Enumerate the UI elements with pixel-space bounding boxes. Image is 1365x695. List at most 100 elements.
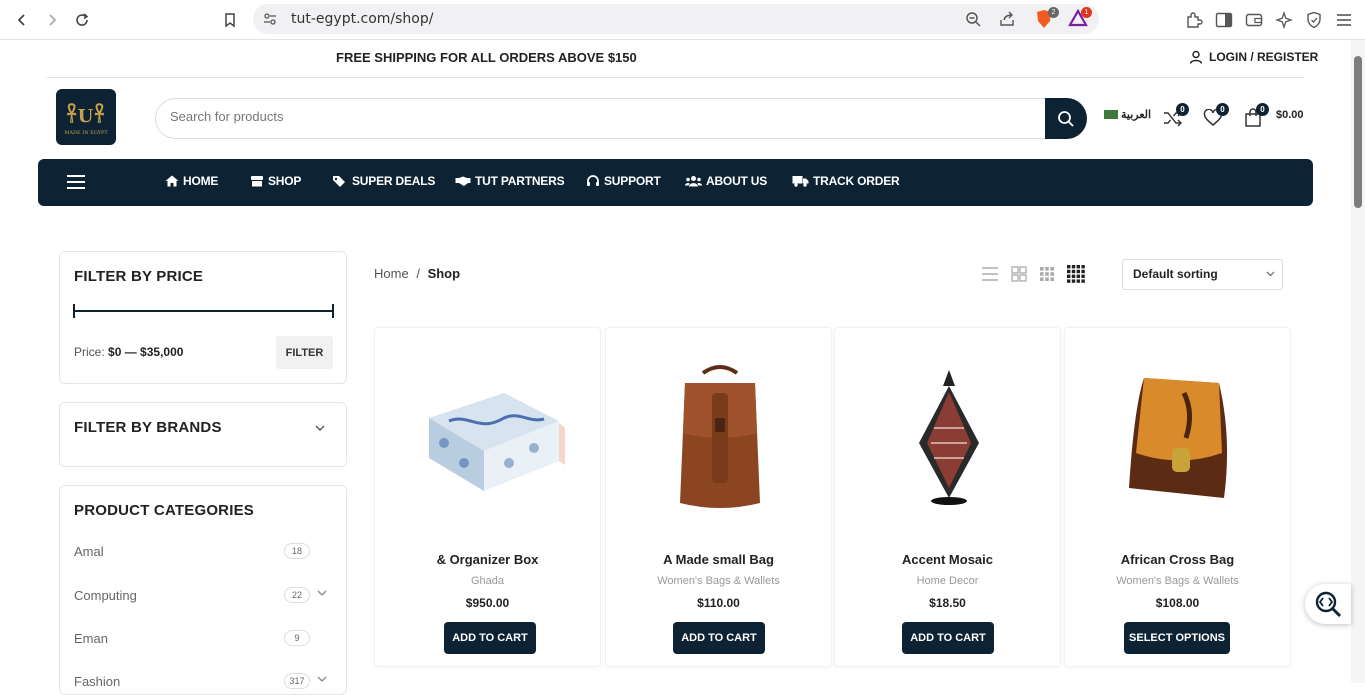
zoom-out-icon[interactable] (965, 11, 981, 32)
product-image[interactable] (616, 338, 823, 538)
product-card[interactable]: A Made small Bag Women's Bags & Wallets … (605, 327, 832, 667)
search-button[interactable] (1045, 98, 1087, 139)
cart-count: 0 (1256, 103, 1269, 116)
wishlist-button[interactable]: 0 (1201, 103, 1229, 130)
share-icon[interactable] (999, 11, 1015, 32)
nav-label: TUT PARTNERS (475, 174, 565, 188)
nav-label: TRACK ORDER (813, 174, 900, 188)
site-logo[interactable]: 𓋹U𓋹 MADE IN EGYPT (56, 89, 116, 145)
page-scrollbar[interactable] (1351, 40, 1365, 683)
language-switcher[interactable]: العربية (1104, 108, 1151, 121)
vpn-shield-icon[interactable] (1303, 9, 1325, 31)
chevron-down-icon[interactable] (315, 424, 325, 435)
category-item[interactable]: Amal 18 (74, 542, 334, 562)
product-category[interactable]: Home Decor (835, 575, 1060, 587)
chevron-down-icon[interactable] (317, 589, 327, 600)
leo-ai-icon[interactable] (1273, 9, 1295, 31)
nav-label: HOME (183, 174, 219, 188)
headset-icon (587, 174, 599, 186)
product-title[interactable]: African Cross Bag (1065, 552, 1290, 567)
sorting-value: Default sorting (1133, 267, 1218, 281)
list-view-icon[interactable] (980, 264, 1000, 284)
breadcrumb-home[interactable]: Home (374, 266, 409, 281)
chevron-down-icon[interactable] (317, 675, 327, 686)
price-range-text: Price: $0 — $35,000 (74, 345, 183, 359)
scrollbar-thumb[interactable] (1354, 56, 1362, 208)
truck-icon (792, 176, 809, 187)
hamburger-menu-icon[interactable] (67, 175, 85, 189)
add-to-cart-button[interactable]: ADD TO CART (444, 622, 536, 654)
grid-3-view-icon[interactable] (1037, 264, 1057, 284)
menu-icon[interactable] (1333, 9, 1355, 31)
login-register-label: LOGIN / REGISTER (1209, 50, 1319, 64)
nav-home[interactable]: HOME (165, 174, 218, 188)
nav-shop[interactable]: SHOP (250, 174, 301, 188)
product-price: $950.00 (465, 596, 510, 610)
product-image[interactable] (385, 338, 592, 538)
product-image[interactable] (1075, 338, 1282, 538)
nav-about-us[interactable]: ABOUT US (685, 174, 767, 188)
search-input[interactable] (170, 109, 1030, 124)
product-category[interactable]: Women's Bags & Wallets (606, 575, 831, 587)
grid-2-view-icon[interactable] (1009, 264, 1029, 284)
cart-total[interactable]: $0.00 (1276, 109, 1304, 121)
compare-button[interactable]: 0 (1161, 103, 1189, 130)
breadcrumb: Home / Shop (374, 266, 460, 281)
accessibility-zoom-button[interactable] (1305, 584, 1351, 624)
forward-icon[interactable] (40, 8, 64, 32)
product-title[interactable]: & Organizer Box (375, 552, 600, 567)
product-price: $108.00 (1155, 596, 1200, 610)
nav-track-order[interactable]: TRACK ORDER (792, 174, 900, 188)
nav-tut-partners[interactable]: TUT PARTNERS (455, 174, 565, 188)
nav-super-deals[interactable]: SUPER DEALS (332, 174, 435, 188)
price-slider-track[interactable] (74, 310, 334, 312)
category-name[interactable]: Fashion (74, 674, 120, 689)
browser-toolbar: tut-egypt.com/shop/ 2 1 (0, 0, 1365, 40)
price-slider-min-handle[interactable] (73, 304, 75, 318)
category-name[interactable]: Computing (74, 588, 137, 603)
home-icon (165, 175, 179, 187)
extensions-icon[interactable] (1183, 9, 1205, 31)
language-label: العربية (1121, 109, 1152, 121)
site-settings-icon[interactable] (263, 12, 277, 31)
wallet-icon[interactable] (1243, 9, 1265, 31)
grid-4-view-icon[interactable] (1066, 264, 1086, 284)
category-item[interactable]: Fashion 317 (74, 672, 334, 692)
category-item[interactable]: Eman 9 (74, 629, 334, 649)
category-name[interactable]: Eman (74, 631, 108, 646)
brave-rewards-icon[interactable]: 1 (1068, 7, 1092, 29)
brave-shield-icon[interactable]: 2 (1035, 7, 1059, 29)
chevron-down-icon (1266, 269, 1275, 280)
reload-icon[interactable] (70, 8, 94, 32)
sidebar-toggle-icon[interactable] (1213, 9, 1235, 31)
product-card[interactable]: Accent Mosaic Home Decor $18.50 ADD TO C… (834, 327, 1061, 667)
cart-button[interactable]: 0 (1241, 103, 1269, 130)
select-options-button[interactable]: SELECT OPTIONS (1124, 622, 1230, 654)
product-title[interactable]: A Made small Bag (606, 552, 831, 567)
price-label: Price: (74, 345, 105, 359)
product-image[interactable] (845, 338, 1052, 538)
product-category[interactable]: Women's Bags & Wallets (1065, 575, 1290, 587)
nav-support[interactable]: SUPPORT (586, 174, 661, 188)
category-item[interactable]: Computing 22 (74, 586, 334, 606)
filter-button[interactable]: FILTER (276, 336, 333, 369)
product-title[interactable]: Accent Mosaic (835, 552, 1060, 567)
topbar-divider (46, 77, 1304, 78)
compare-count: 0 (1176, 103, 1189, 116)
sorting-select[interactable]: Default sorting (1122, 259, 1283, 290)
add-to-cart-button[interactable]: ADD TO CART (902, 622, 994, 654)
login-register-link[interactable]: LOGIN / REGISTER (1189, 50, 1318, 64)
address-bar[interactable]: tut-egypt.com/shop/ 2 1 (253, 4, 1099, 34)
bookmark-icon[interactable] (218, 8, 242, 32)
user-icon (1189, 50, 1203, 64)
product-card[interactable]: African Cross Bag Women's Bags & Wallets… (1064, 327, 1291, 667)
product-card[interactable]: & Organizer Box Ghada $950.00 ADD TO CAR… (374, 327, 601, 667)
back-icon[interactable] (10, 8, 34, 32)
product-category[interactable]: Ghada (375, 575, 600, 587)
zoom-code-icon (1315, 591, 1342, 618)
add-to-cart-button[interactable]: ADD TO CART (673, 622, 765, 654)
widget-title: FILTER BY PRICE (74, 268, 204, 285)
price-slider-max-handle[interactable] (332, 304, 334, 318)
search-icon (1058, 110, 1074, 127)
category-name[interactable]: Amal (74, 544, 104, 559)
